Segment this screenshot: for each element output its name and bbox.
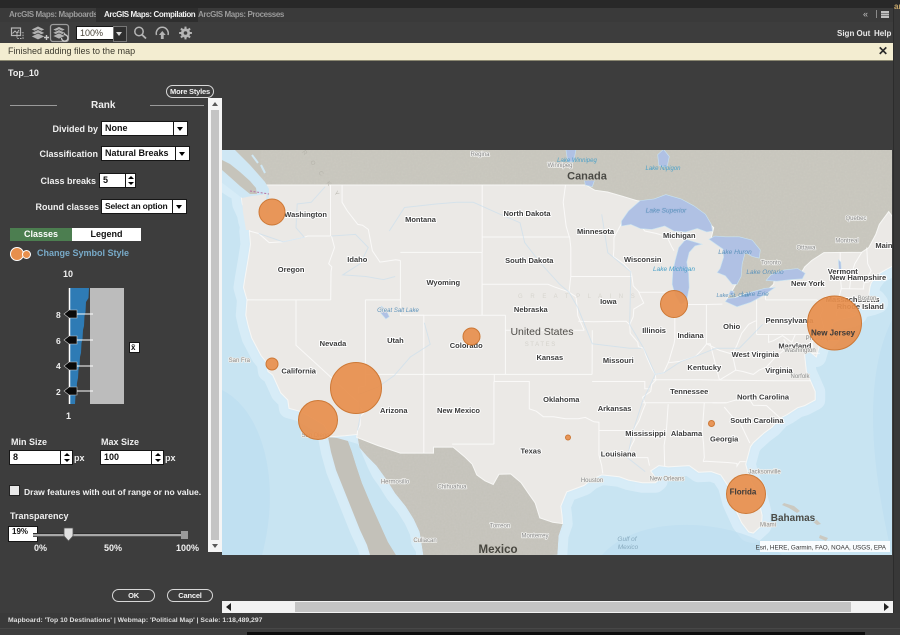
svg-text:Florida: Florida — [730, 488, 757, 497]
svg-text:Ottawa: Ottawa — [796, 246, 816, 252]
svg-text:Lake Superior: Lake Superior — [646, 208, 687, 215]
svg-text:Georgia: Georgia — [710, 434, 739, 443]
svg-text:Gulf of: Gulf of — [617, 536, 637, 543]
svg-text:Houston: Houston — [581, 478, 603, 484]
svg-text:Arkansas: Arkansas — [598, 404, 632, 413]
svg-text:Ohio: Ohio — [723, 322, 740, 331]
svg-text:South Carolina: South Carolina — [730, 416, 784, 425]
svg-text:Lake Michigan: Lake Michigan — [653, 266, 695, 273]
svg-text:Indiana: Indiana — [677, 331, 704, 340]
svg-text:California: California — [281, 367, 316, 376]
svg-text:San Fra: San Fra — [229, 358, 251, 364]
svg-text:Boston: Boston — [858, 296, 877, 302]
svg-text:Toronto: Toronto — [761, 261, 782, 267]
svg-text:Culiacan: Culiacan — [413, 538, 436, 544]
svg-text:Bahamas: Bahamas — [771, 513, 816, 524]
svg-text:New Jersey: New Jersey — [811, 329, 856, 338]
svg-text:Minnesota: Minnesota — [577, 227, 615, 236]
svg-text:Alabama: Alabama — [671, 429, 703, 438]
svg-text:Great Salt Lake: Great Salt Lake — [377, 308, 419, 314]
svg-text:Utah: Utah — [387, 336, 404, 345]
svg-text:Pennsylvania: Pennsylvania — [766, 316, 815, 325]
svg-text:Texas: Texas — [520, 446, 541, 455]
svg-text:Lake Ontario: Lake Ontario — [746, 269, 784, 276]
svg-text:G R E A T P L A I N S: G R E A T P L A I N S — [518, 294, 638, 300]
svg-text:Washington: Washington — [284, 210, 327, 219]
svg-text:South Dakota: South Dakota — [505, 256, 554, 265]
svg-text:S T A T E S: S T A T E S — [525, 342, 556, 348]
svg-text:Lake Nipigon: Lake Nipigon — [645, 166, 681, 172]
svg-text:Wyoming: Wyoming — [426, 278, 460, 287]
svg-text:Lake Huron: Lake Huron — [718, 249, 752, 256]
svg-text:Lake St. Clair: Lake St. Clair — [716, 293, 750, 299]
svg-text:New Mexico: New Mexico — [437, 406, 480, 415]
svg-text:Tennessee: Tennessee — [670, 387, 708, 396]
svg-text:New Orleans: New Orleans — [650, 477, 685, 483]
svg-text:Kansas: Kansas — [536, 353, 563, 362]
svg-text:Norfolk: Norfolk — [790, 374, 810, 380]
svg-text:Winnipeg: Winnipeg — [547, 163, 572, 169]
svg-text:North Dakota: North Dakota — [503, 209, 551, 218]
svg-text:Torreon: Torreon — [490, 524, 510, 530]
svg-text:West Virginia: West Virginia — [732, 350, 780, 359]
svg-text:Illinois: Illinois — [642, 326, 666, 335]
svg-text:North Carolina: North Carolina — [737, 393, 790, 402]
svg-text:Idaho: Idaho — [347, 255, 367, 264]
svg-text:Miami: Miami — [760, 523, 776, 529]
svg-text:Nevada: Nevada — [320, 339, 348, 348]
svg-text:Nebraska: Nebraska — [514, 305, 549, 314]
svg-text:Jacksonville: Jacksonville — [748, 470, 781, 476]
svg-text:Mississippi: Mississippi — [625, 429, 665, 438]
svg-text:Virginia: Virginia — [765, 366, 793, 375]
svg-text:Quebec: Quebec — [845, 216, 866, 222]
svg-text:Wisconsin: Wisconsin — [624, 255, 662, 264]
svg-text:Esri, HERE, Garmin, FAO, NOAA,: Esri, HERE, Garmin, FAO, NOAA, USGS, EPA — [756, 545, 887, 552]
svg-text:Mexico: Mexico — [618, 544, 639, 551]
svg-text:Mexico: Mexico — [479, 544, 518, 555]
svg-text:Michigan: Michigan — [663, 231, 696, 240]
svg-text:Oregon: Oregon — [278, 265, 305, 274]
svg-text:Hermosillo: Hermosillo — [381, 480, 410, 486]
svg-text:Missouri: Missouri — [603, 356, 634, 365]
svg-text:Louisiana: Louisiana — [601, 450, 637, 459]
svg-text:Arizona: Arizona — [380, 406, 408, 415]
svg-text:United States: United States — [510, 326, 573, 338]
svg-text:Canada: Canada — [567, 171, 608, 183]
svg-text:Monterrey: Monterrey — [521, 534, 548, 540]
svg-text:New Hampshire: New Hampshire — [830, 273, 886, 282]
svg-text:Regina: Regina — [470, 152, 490, 158]
svg-text:Montana: Montana — [405, 215, 437, 224]
svg-text:Kentucky: Kentucky — [687, 363, 722, 372]
svg-text:Washington: Washington — [784, 348, 815, 354]
svg-text:Maine: Maine — [875, 241, 892, 250]
svg-text:Oklahoma: Oklahoma — [543, 395, 580, 404]
svg-text:Montreal: Montreal — [835, 239, 858, 245]
svg-text:New York: New York — [791, 279, 825, 288]
svg-text:Chihuahua: Chihuahua — [437, 485, 467, 491]
